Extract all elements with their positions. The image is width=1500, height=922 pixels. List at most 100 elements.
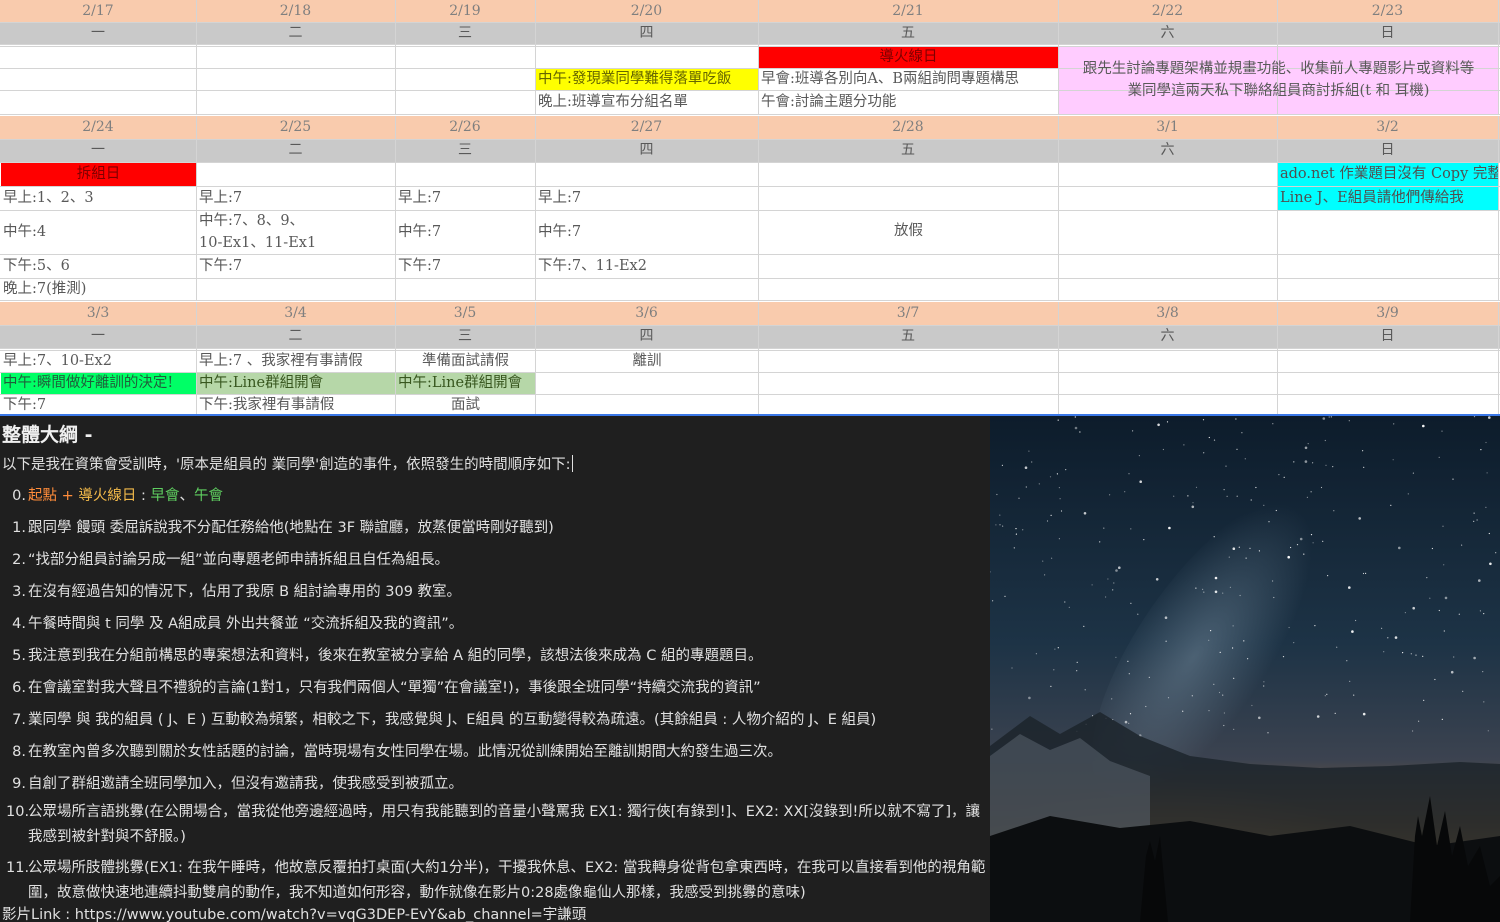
calendar-cell[interactable]: 早上:7、10-Ex2 [1,351,196,372]
notes-panel[interactable]: 整體大綱 - 以下是我在資策會受訓時，'原本是組員的 業同學'創造的事件，依照發… [0,416,990,922]
star [1165,640,1167,642]
weekday-cell[interactable]: 二 [196,139,395,162]
calendar-cell[interactable]: 下午:我家裡有事請假 [197,395,395,416]
date-cell[interactable]: 2/26 [395,116,535,139]
calendar-cell[interactable]: 早會:班導各別向A、B兩組詢問專題構思 [759,69,1058,90]
weekday-cell[interactable]: 日 [1277,139,1498,162]
calendar-cell[interactable]: 早上:7 [536,187,758,210]
list-item-4[interactable]: 4. 午餐時間與 t 同學 及 A組成員 外出共餐並 “交流拆組及我的資訊”。 [6,612,990,636]
calendar-cell[interactable]: 早上:7 、我家裡有事請假 [197,351,395,372]
calendar-cell[interactable]: 放假 [759,163,1058,300]
calendar-cell[interactable]: 離訓 [536,351,758,372]
list-item-9[interactable]: 9. 自創了群組邀請全班同學加入，但沒有邀請我，使我感受到被孤立。 [6,772,990,796]
date-cell[interactable]: 3/1 [1058,116,1277,139]
weekday-cell[interactable]: 五 [758,139,1058,162]
pink-merged-cell[interactable] [1058,46,1498,114]
weekday-cell[interactable]: 日 [1277,325,1498,348]
date-cell[interactable]: 2/27 [535,116,758,139]
calendar-cell[interactable]: 下午:7 [1,395,196,416]
date-cell[interactable]: 2/24 [0,116,196,139]
date-cell[interactable]: 3/3 [0,302,196,325]
weekday-cell[interactable]: 四 [535,325,758,348]
calendar-spreadsheet[interactable]: 2/17 一 2/18 二 2/19 三 2/20 四 2/21 五 2/22 六 2/23 日導火線日中… [0,0,1500,416]
calendar-cell[interactable]: 中午:7、8、9、 [197,211,395,232]
calendar-cell[interactable]: 中午:7 [536,211,758,254]
calendar-cell[interactable]: 中午:4 [1,211,196,254]
weekday-cell[interactable]: 一 [0,325,196,348]
date-cell[interactable]: 3/9 [1277,302,1498,325]
calendar-cell[interactable]: 業同學這兩天私下聯絡組員商討拆組(t 和 耳機) [1059,81,1498,102]
calendar-cell[interactable]: 早上:7 [197,187,395,210]
list-item-10[interactable]: 10. 公眾場所言語挑釁(在公開場合，當我從他旁邊經過時，用只有我能聽到的音量小聲… [6,800,990,850]
calendar-cell[interactable]: 中午:瞬間做好離訓的決定! [1,373,196,394]
weekday-cell[interactable]: 六 [1058,139,1277,162]
date-cell[interactable]: 2/22 [1058,0,1277,22]
calendar-cell[interactable]: 10-Ex1、11-Ex1 [197,233,395,254]
weekday-cell[interactable]: 日 [1277,22,1498,44]
calendar-cell[interactable]: 早上:7 [396,187,535,210]
calendar-cell[interactable]: 跟先生討論專題架構並規畫功能、收集前人專題影片或資料等 [1059,59,1498,80]
calendar-cell[interactable]: 中午:發現業同學難得落單吃飯 [536,69,758,90]
list-item-1[interactable]: 1. 跟同學 饅頭 委屈訴說我不分配任務給他(地點在 3F 聯誼廳，放蒸便當時剛好… [6,516,990,540]
weekday-cell[interactable]: 六 [1058,325,1277,348]
weekday-cell[interactable]: 五 [758,22,1058,44]
weekday-cell[interactable]: 一 [0,139,196,162]
date-cell[interactable]: 2/19 [395,0,535,22]
list-item-7[interactable]: 7. 業同學 與 我的組員 ( J、E ) 互動較為頻繁，相較之下，我感覺與 J、… [6,708,990,732]
calendar-cell[interactable]: 下午:7、11-Ex2 [536,255,758,278]
list-item-2[interactable]: 2. “找部分組員討論另成一組”並向專題老師申請拆組且自任為組長。 [6,548,990,572]
calendar-cell[interactable]: 下午:5、6 [1,255,196,278]
calendar-cell[interactable]: 下午:7 [396,255,535,278]
calendar-cell[interactable]: 晚上:7(推測) [1,279,196,300]
weekday-cell[interactable]: 三 [395,139,535,162]
calendar-cell[interactable]: 中午:7 [396,211,535,254]
list-item-3[interactable]: 3. 在沒有經過告知的情況下，佔用了我原 B 組討論專用的 309 教室。 [6,580,990,604]
star [1272,423,1274,425]
list-item-6[interactable]: 6. 在會議室對我大聲且不禮貌的言論(1對1，只有我們兩個人“單獨”在會議室!)，… [6,676,990,700]
weekday-cell[interactable]: 六 [1058,22,1277,44]
date-cell[interactable]: 3/2 [1277,116,1498,139]
date-cell[interactable]: 3/6 [535,302,758,325]
calendar-cell[interactable]: 晚上:班導宣布分組名單 [536,91,758,114]
weekday-cell[interactable]: 四 [535,22,758,44]
list-item-5[interactable]: 5. 我注意到我在分組前構思的專案想法和資料，後來在教室被分享給 A 組的同學，該… [6,644,990,668]
item-text-part: 早會 [150,488,180,504]
calendar-cell[interactable]: 下午:7 [197,255,395,278]
date-cell[interactable]: 2/28 [758,116,1058,139]
calendar-cell[interactable]: Line J、E組員請他們傳給我 [1278,187,1498,210]
weekday-cell[interactable]: 五 [758,325,1058,348]
star [1157,423,1160,427]
calendar-cell[interactable]: 面試 [396,395,535,416]
weekday-cell[interactable]: 三 [395,22,535,44]
video-link[interactable]: 影片Link : https://www.youtube.com/watch?v… [2,903,986,922]
date-cell[interactable]: 2/21 [758,0,1058,22]
calendar-cell[interactable]: 午會:討論主題分功能 [759,91,1058,114]
date-cell[interactable]: 3/4 [196,302,395,325]
date-cell[interactable]: 3/7 [758,302,1058,325]
weekday-cell[interactable]: 三 [395,325,535,348]
weekday-cell[interactable]: 二 [196,22,395,44]
date-cell[interactable]: 3/5 [395,302,535,325]
date-cell[interactable]: 2/25 [196,116,395,139]
calendar-cell[interactable]: 中午:Line群組開會 [396,373,535,394]
date-cell[interactable]: 2/20 [535,0,758,22]
calendar-cell[interactable]: 拆組日 [1,163,196,186]
weekday-cell[interactable]: 四 [535,139,758,162]
weekday-cell[interactable]: 一 [0,22,196,44]
date-cell[interactable]: 3/8 [1058,302,1277,325]
calendar-cell[interactable]: ado.net 作業題目沒有 Copy 完整 [1278,163,1498,186]
date-cell[interactable]: 2/23 [1277,0,1498,22]
date-cell[interactable]: 2/18 [196,0,395,22]
video-link-line[interactable]: 影片Link : https://www.youtube.com/watch?v… [2,903,986,922]
calendar-cell[interactable]: 準備面試請假 [396,351,535,372]
calendar-cell[interactable]: 早上:1、2、3 [1,187,196,210]
star [1236,495,1238,497]
list-item-0[interactable]: 0. 起點 + 導火線日 : 早會、午會 [6,484,990,508]
calendar-cell[interactable]: 導火線日 [759,47,1058,68]
list-item-8[interactable]: 8. 在教室內曾多次聽到關於女性話題的討論，當時現場有女性同學在場。此情況從訓練開… [6,740,990,764]
list-item-11[interactable]: 11. 公眾場所肢體挑釁(EX1: 在我午睡時，他故意反覆拍打桌面(大約1分半)，… [6,856,990,906]
date-cell[interactable]: 2/17 [0,0,196,22]
notes-intro[interactable]: 以下是我在資策會受訓時，'原本是組員的 業同學'創造的事件，依照發生的時間順序如… [2,453,574,474]
calendar-cell[interactable]: 中午:Line群組開會 [197,373,395,394]
weekday-cell[interactable]: 二 [196,325,395,348]
